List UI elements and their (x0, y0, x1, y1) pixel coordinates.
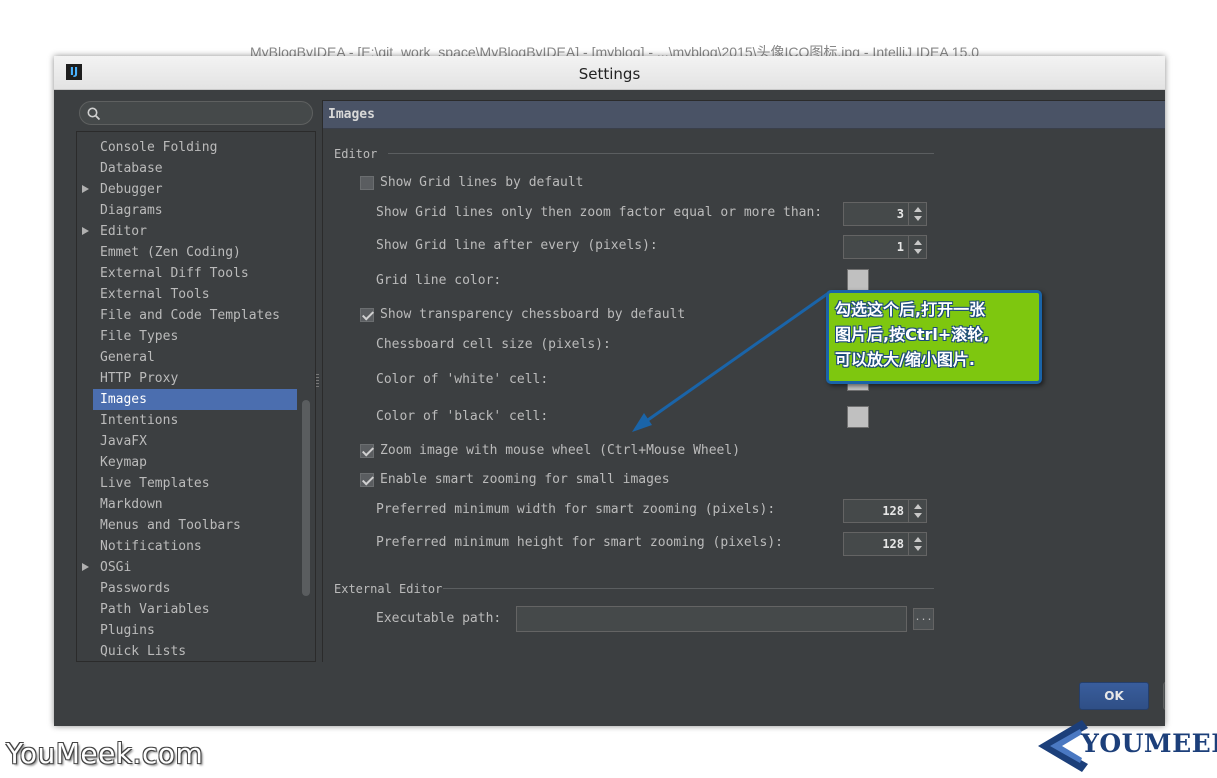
show-grid-checkbox[interactable] (360, 176, 374, 190)
spinner-arrows[interactable] (908, 203, 926, 225)
settings-tree[interactable]: Console Folding Database Debugger Diagra… (76, 131, 316, 662)
tree-item-path-variables[interactable]: Path Variables (77, 599, 297, 620)
expand-arrow-icon[interactable] (82, 185, 89, 193)
callout-line-1: 勾选这个后,打开一张 (835, 300, 986, 319)
spin-up-icon[interactable] (914, 207, 922, 212)
spinner-arrows[interactable] (908, 533, 926, 555)
smart-zoom-checkbox[interactable] (360, 473, 374, 487)
cancel-button[interactable] (1163, 682, 1165, 710)
tree-item-intentions[interactable]: Intentions (77, 410, 297, 431)
spin-up-icon[interactable] (914, 240, 922, 245)
editor-group-title: Editor (334, 147, 378, 161)
tree-item-editor[interactable]: Editor (77, 221, 297, 242)
browse-button[interactable]: ... (913, 608, 934, 630)
tree-item-plugins[interactable]: Plugins (77, 620, 297, 641)
grid-zoom-label: Show Grid lines only then zoom factor eq… (376, 205, 823, 220)
white-cell-label: Color of 'white' cell: (376, 372, 549, 387)
panel-title: Images (328, 107, 375, 122)
black-cell-label: Color of 'black' cell: (376, 409, 549, 424)
tree-item-database[interactable]: Database (77, 158, 297, 179)
callout-line-2: 图片后,按Ctrl+滚轮, (835, 325, 990, 344)
expand-arrow-icon[interactable] (82, 227, 89, 235)
expand-arrow-icon[interactable] (82, 563, 89, 571)
min-height-label: Preferred minimum height for smart zoomi… (376, 535, 783, 550)
min-height-value: 128 (882, 537, 904, 551)
window-title: Settings (578, 65, 641, 83)
grid-zoom-value: 3 (896, 207, 904, 221)
external-group-divider (443, 588, 934, 589)
grid-every-value: 1 (896, 240, 904, 254)
tree-item-passwords[interactable]: Passwords (77, 578, 297, 599)
settings-dialog: IJ Settings Console Folding Database Deb… (54, 56, 1165, 726)
tree-item-javafx[interactable]: JavaFX (77, 431, 297, 452)
callout-line-3: 可以放大/缩小图片. (835, 350, 975, 369)
tree-item-general[interactable]: General (77, 347, 297, 368)
spinner-arrows[interactable] (908, 236, 926, 258)
tree-item-external-diff-tools[interactable]: External Diff Tools (77, 263, 297, 284)
spin-up-icon[interactable] (914, 537, 922, 542)
zoom-wheel-label: Zoom image with mouse wheel (Ctrl+Mouse … (380, 443, 741, 458)
background-window-title: MyBlogByIDEA - [E:\git_work_space\MyBlog… (250, 44, 980, 56)
annotation-callout: 勾选这个后,打开一张 图片后,按Ctrl+滚轮, 可以放大/缩小图片. (826, 290, 1042, 384)
exec-path-input[interactable] (516, 606, 907, 632)
spin-down-icon[interactable] (914, 216, 922, 221)
tree-item-notifications[interactable]: Notifications (77, 536, 297, 557)
tree-item-menus-and-toolbars[interactable]: Menus and Toolbars (77, 515, 297, 536)
grid-color-swatch[interactable] (847, 269, 869, 291)
editor-group-divider (388, 153, 934, 154)
spin-down-icon[interactable] (914, 546, 922, 551)
min-width-label: Preferred minimum width for smart zoomin… (376, 502, 776, 517)
external-editor-group-title: External Editor (334, 582, 443, 596)
smart-zoom-label: Enable smart zooming for small images (380, 472, 670, 487)
tree-item-http-proxy[interactable]: HTTP Proxy (77, 368, 297, 389)
exec-path-label: Executable path: (376, 611, 502, 626)
tree-item-quick-lists[interactable]: Quick Lists (77, 641, 297, 661)
settings-search-input[interactable] (79, 101, 313, 125)
spin-down-icon[interactable] (914, 513, 922, 518)
tree-item-images[interactable]: Images (93, 389, 297, 410)
tree-item-console-folding[interactable]: Console Folding (77, 137, 297, 158)
panel-header: Images (323, 101, 1165, 129)
spinner-arrows[interactable] (908, 500, 926, 522)
grid-every-label: Show Grid line after every (pixels): (376, 238, 658, 253)
title-bar: IJ Settings (54, 56, 1165, 90)
tree-item-live-templates[interactable]: Live Templates (77, 473, 297, 494)
tree-item-keymap[interactable]: Keymap (77, 452, 297, 473)
min-height-spinner[interactable]: 128 (843, 532, 927, 556)
show-chessboard-label: Show transparency chessboard by default (380, 307, 686, 322)
tree-item-file-and-code-templates[interactable]: File and Code Templates (77, 305, 297, 326)
show-grid-label: Show Grid lines by default (380, 175, 584, 190)
tree-item-diagrams[interactable]: Diagrams (77, 200, 297, 221)
zoom-wheel-checkbox[interactable] (360, 444, 374, 458)
tree-item-debugger[interactable]: Debugger (77, 179, 297, 200)
min-width-value: 128 (882, 504, 904, 518)
spin-up-icon[interactable] (914, 504, 922, 509)
black-cell-swatch[interactable] (847, 406, 869, 428)
ok-button[interactable]: OK (1079, 682, 1149, 710)
show-chessboard-checkbox[interactable] (360, 308, 374, 322)
splitter-handle[interactable] (316, 374, 319, 388)
youmeek-logo-text: YOUMEEK (1081, 729, 1217, 758)
chess-size-label: Chessboard cell size (pixels): (376, 337, 611, 352)
grid-color-label: Grid line color: (376, 273, 502, 288)
grid-zoom-spinner[interactable]: 3 (843, 202, 927, 226)
watermark-text: YouMeek.com (6, 737, 204, 770)
tree-item-markdown[interactable]: Markdown (77, 494, 297, 515)
tree-item-osgi[interactable]: OSGi (77, 557, 297, 578)
tree-item-file-types[interactable]: File Types (77, 326, 297, 347)
tree-item-emmet[interactable]: Emmet (Zen Coding) (77, 242, 297, 263)
spin-down-icon[interactable] (914, 249, 922, 254)
tree-scrollbar[interactable] (302, 400, 310, 596)
grid-every-spinner[interactable]: 1 (843, 235, 927, 259)
tree-item-external-tools[interactable]: External Tools (77, 284, 297, 305)
search-icon (87, 107, 101, 121)
min-width-spinner[interactable]: 128 (843, 499, 927, 523)
